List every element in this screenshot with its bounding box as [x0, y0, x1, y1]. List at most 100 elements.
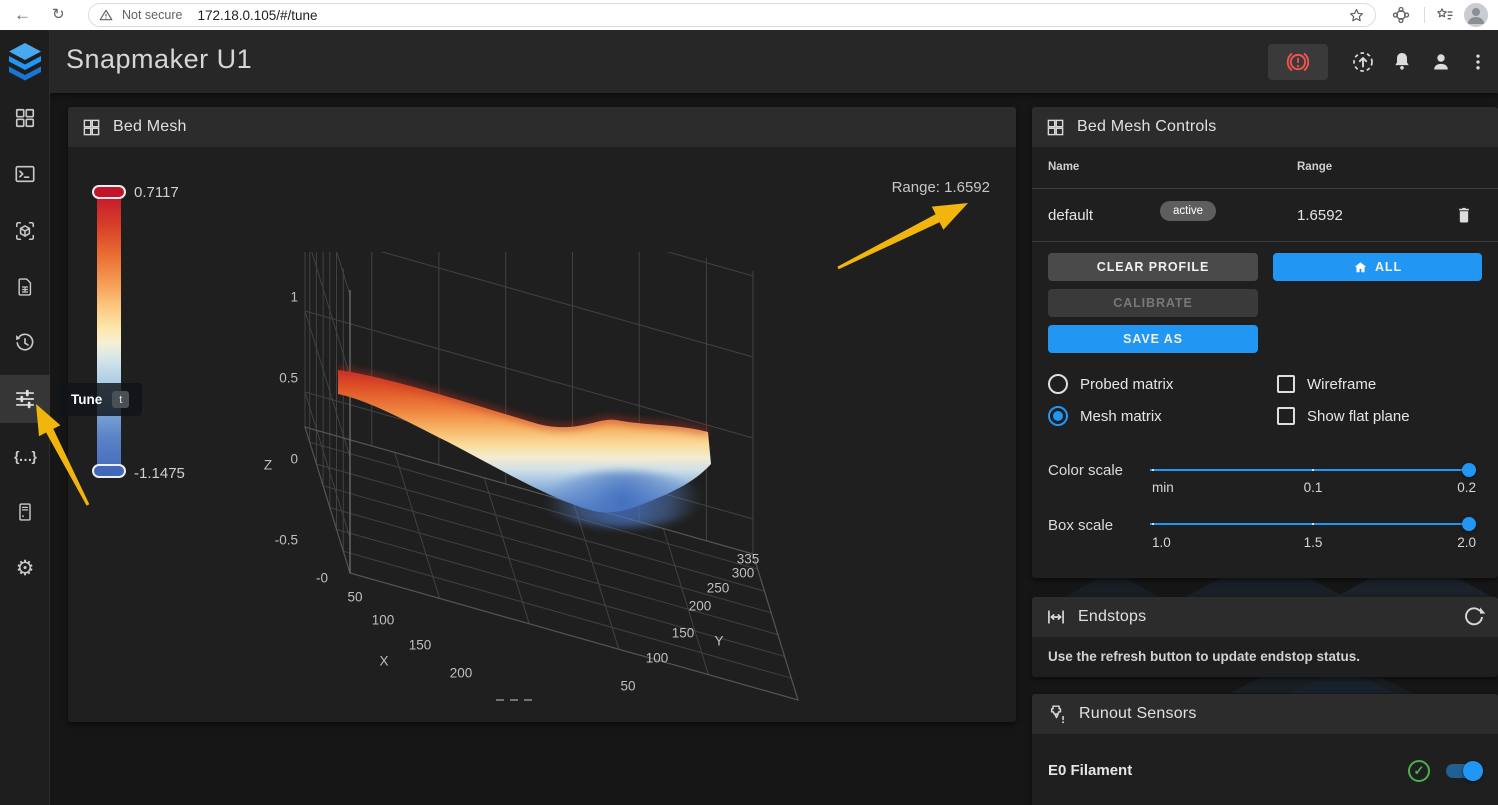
runout-sensor-icon: [1046, 704, 1067, 725]
macros-icon: {…}: [14, 448, 36, 464]
address-bar[interactable]: Not secure 172.18.0.105/#/tune: [88, 3, 1376, 27]
refresh-endstops-icon[interactable]: [1462, 605, 1486, 629]
user-icon[interactable]: [1429, 50, 1453, 74]
checkbox-unchecked-icon: [1277, 407, 1295, 425]
sensor-toggle[interactable]: [1446, 764, 1480, 778]
bed-mesh-title: Bed Mesh: [113, 118, 187, 136]
notifications-bell-icon[interactable]: [1390, 50, 1414, 74]
y-tick: 335: [737, 552, 760, 567]
sidebar-item-preview[interactable]: [0, 209, 50, 253]
profile-name: default: [1048, 207, 1093, 224]
wireframe-checkbox[interactable]: Wireframe: [1277, 375, 1376, 393]
color-scale-label: Color scale: [1048, 462, 1123, 479]
grid-icon: [1046, 118, 1065, 137]
dashboard-icon: [14, 107, 36, 129]
table-divider: [1032, 241, 1498, 242]
history-icon: [14, 332, 36, 354]
z-tick: 0: [290, 452, 298, 467]
home-all-button[interactable]: ALL: [1273, 253, 1482, 281]
y-tick: 150: [672, 626, 695, 641]
checkbox-unchecked-icon: [1277, 375, 1295, 393]
runout-panel-header: Runout Sensors: [1032, 694, 1498, 734]
sidebar-item-jobs[interactable]: [0, 265, 50, 309]
extensions-icon[interactable]: [1392, 6, 1410, 24]
browser-chrome: ← ↻ Not secure 172.18.0.105/#/tune: [0, 0, 1498, 30]
profile-range: 1.6592: [1297, 207, 1343, 224]
jobs-file-icon: [15, 276, 35, 298]
controls-title: Bed Mesh Controls: [1077, 118, 1216, 136]
x-tick: 200: [450, 666, 473, 681]
tune-icon: [14, 388, 36, 410]
save-as-button[interactable]: SAVE AS: [1048, 325, 1258, 353]
box-scale-label: Box scale: [1048, 517, 1113, 534]
endstops-message: Use the refresh button to update endstop…: [1048, 649, 1360, 664]
y-tick: 300: [732, 566, 755, 581]
home-icon: [1353, 260, 1368, 275]
reading-list-icon[interactable]: [1436, 6, 1454, 24]
sidebar-item-console[interactable]: [0, 152, 50, 196]
endstops-title: Endstops: [1078, 608, 1146, 626]
column-header-range: Range: [1297, 161, 1332, 173]
settings-gear-icon: ⚙: [16, 556, 35, 581]
colorbar-max-value: 0.7117: [134, 184, 179, 201]
sensor-ok-icon: ✓: [1408, 760, 1430, 782]
toolbar-divider: [1424, 7, 1425, 23]
sidebar-item-history[interactable]: [0, 321, 50, 365]
emergency-stop-button[interactable]: [1268, 44, 1328, 80]
color-scale-slider-thumb[interactable]: [1462, 463, 1476, 477]
console-icon: [14, 163, 36, 185]
tooltip-label: Tune: [71, 392, 102, 407]
bed-mesh-3d-plot[interactable]: 1 0.5 0 -0.5 Z -0 50 100 150 200 X 335 3…: [238, 252, 838, 722]
colorbar-max-handle[interactable]: [92, 185, 126, 199]
calibrate-button[interactable]: CALIBRATE: [1048, 289, 1258, 317]
browser-profile-avatar[interactable]: [1464, 3, 1488, 27]
radio-unchecked-icon: [1048, 374, 1068, 394]
clear-profile-button[interactable]: CLEAR PROFILE: [1048, 253, 1258, 281]
sidebar-item-tune[interactable]: [0, 375, 50, 423]
flat-plane-checkbox[interactable]: Show flat plane: [1277, 407, 1410, 425]
browser-reload-icon[interactable]: ↻: [52, 0, 65, 30]
table-divider: [1032, 188, 1498, 189]
column-header-name: Name: [1048, 161, 1079, 173]
delete-profile-icon[interactable]: [1454, 205, 1474, 225]
endstops-icon: [1046, 607, 1066, 627]
sidebar-nav: {…} ⚙: [0, 30, 50, 805]
mesh-range-label: Range: 1.6592: [892, 179, 990, 196]
color-scale-slider[interactable]: [1150, 463, 1476, 477]
page-title: Snapmaker U1: [66, 44, 252, 75]
sidebar-item-macros[interactable]: {…}: [0, 434, 50, 478]
bed-mesh-panel: Bed Mesh 0.7117 -1.1475 Range: 1.6592: [68, 107, 1016, 722]
y-tick: 250: [707, 581, 730, 596]
colorbar-min-handle[interactable]: [92, 464, 126, 478]
sidebar-item-system[interactable]: [0, 490, 50, 534]
filament-sensor-row: E0 Filament ✓: [1032, 751, 1498, 791]
endstops-panel: Endstops Use the refresh button to updat…: [1032, 597, 1498, 677]
box-scale-slider[interactable]: [1150, 517, 1476, 531]
probed-matrix-radio[interactable]: Probed matrix: [1048, 374, 1173, 394]
x-tick: 150: [409, 638, 432, 653]
not-secure-warning-icon: [99, 8, 113, 22]
emergency-stop-icon: [1285, 49, 1311, 75]
runout-sensors-panel: Runout Sensors E0 Filament ✓: [1032, 694, 1498, 805]
gcode-preview-icon: [14, 220, 36, 242]
active-badge: active: [1160, 201, 1216, 221]
radio-checked-icon: [1048, 406, 1068, 426]
x-tick: 100: [372, 613, 395, 628]
mesh-matrix-radio[interactable]: Mesh matrix: [1048, 406, 1162, 426]
box-scale-slider-thumb[interactable]: [1462, 517, 1476, 531]
kebab-menu-icon[interactable]: [1468, 50, 1488, 74]
colorbar-min-value: -1.1475: [134, 465, 185, 482]
bed-mesh-controls-panel: Bed Mesh Controls Name Range default act…: [1032, 107, 1498, 578]
browser-back-icon[interactable]: ←: [14, 0, 31, 30]
sidebar-item-settings[interactable]: ⚙: [0, 546, 50, 590]
update-status-icon[interactable]: [1351, 50, 1375, 74]
security-label: Not secure: [122, 8, 182, 22]
controls-panel-header: Bed Mesh Controls: [1032, 107, 1498, 147]
bookmark-star-icon[interactable]: [1348, 7, 1365, 24]
z-tick: 0.5: [279, 371, 298, 386]
z-tick: 1: [290, 290, 298, 305]
sensor-name: E0 Filament: [1048, 762, 1132, 779]
fluidd-logo[interactable]: [8, 42, 42, 82]
colorbar: [97, 192, 121, 478]
sidebar-item-dashboard[interactable]: [0, 96, 50, 140]
